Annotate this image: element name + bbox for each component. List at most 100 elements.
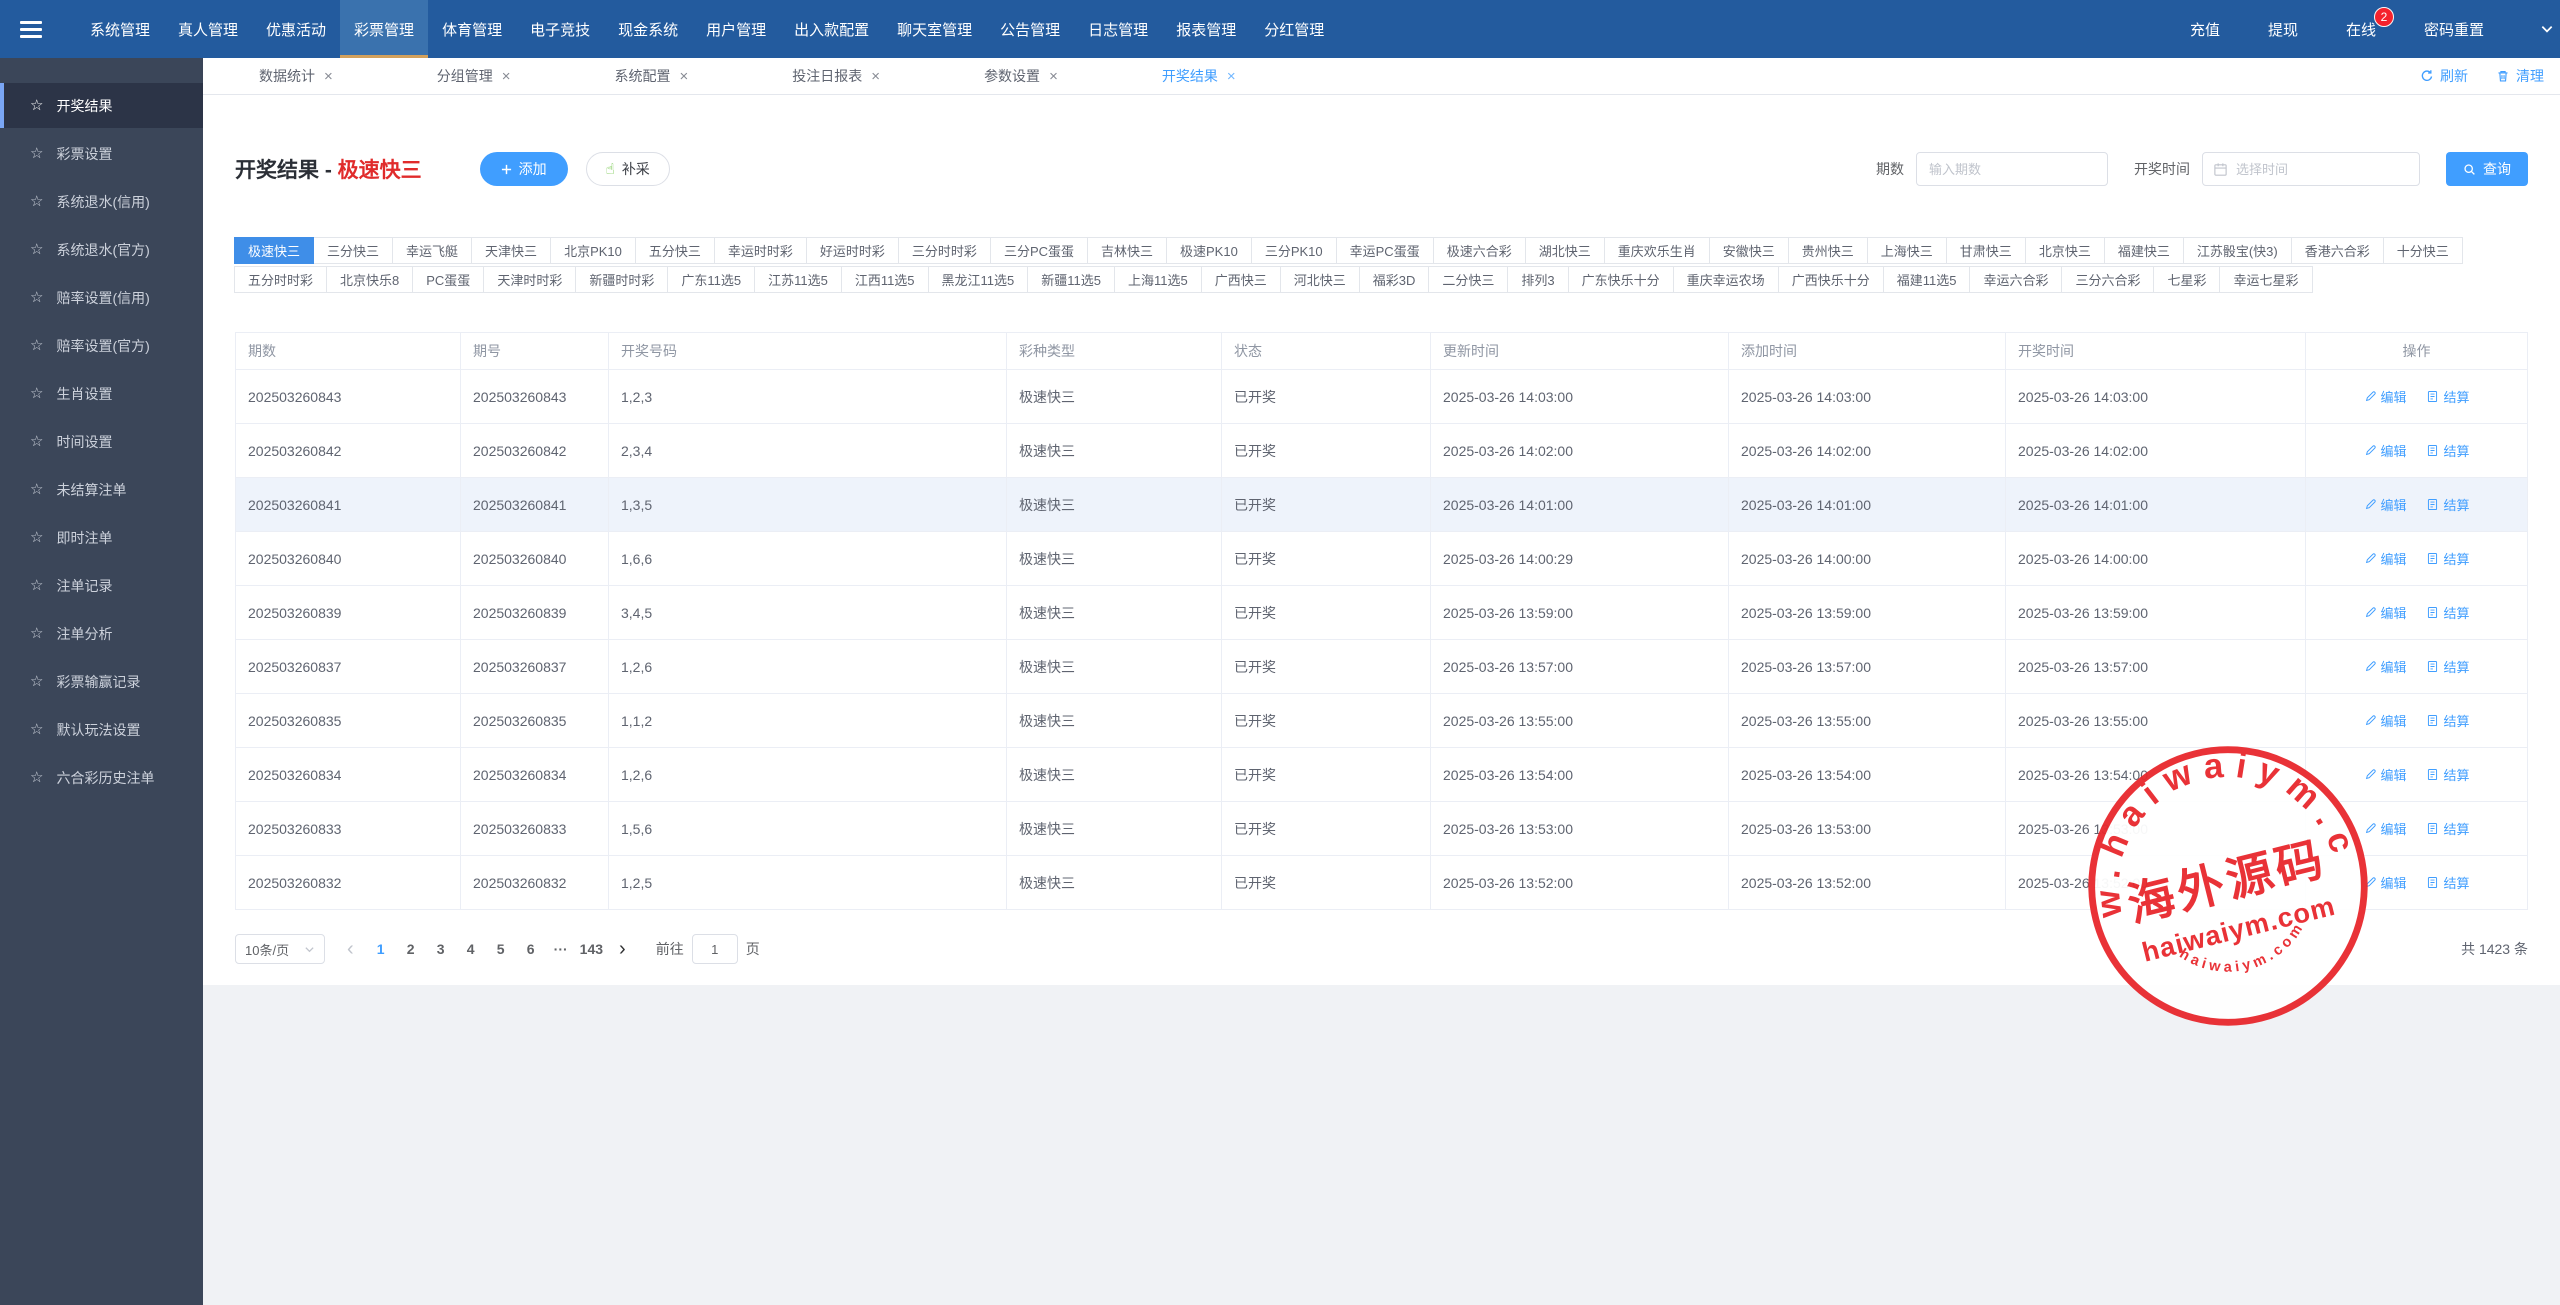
lottery-filter-tag[interactable]: 幸运PC蛋蛋 bbox=[1336, 237, 1434, 264]
lottery-filter-tag[interactable]: 广东快乐十分 bbox=[1568, 266, 1674, 293]
lottery-filter-tag[interactable]: 幸运七星彩 bbox=[2219, 266, 2312, 293]
navbar-item[interactable]: 系统管理 bbox=[76, 0, 164, 58]
edit-button[interactable]: 编辑 bbox=[2364, 711, 2407, 730]
lottery-filter-tag[interactable]: 幸运飞艇 bbox=[392, 237, 472, 264]
lottery-filter-tag[interactable]: 极速快三 bbox=[234, 237, 314, 264]
lottery-filter-tag[interactable]: 排列3 bbox=[1507, 266, 1568, 293]
goto-page-input[interactable] bbox=[692, 934, 738, 964]
lottery-filter-tag[interactable]: 香港六合彩 bbox=[2291, 237, 2384, 264]
sidebar-item[interactable]: ☆ 开奖结果 bbox=[0, 83, 203, 128]
lottery-filter-tag[interactable]: 安徽快三 bbox=[1709, 237, 1789, 264]
lottery-filter-tag[interactable]: 三分六合彩 bbox=[2061, 266, 2154, 293]
navbar-right-item[interactable]: 提现 bbox=[2244, 0, 2322, 58]
close-icon[interactable]: × bbox=[502, 68, 511, 85]
refresh-button[interactable]: 刷新 bbox=[2420, 66, 2468, 86]
sidebar-item[interactable]: ☆ 即时注单 bbox=[0, 515, 203, 560]
edit-button[interactable]: 编辑 bbox=[2364, 603, 2407, 622]
lottery-filter-tag[interactable]: 幸运时时彩 bbox=[714, 237, 807, 264]
page-number[interactable]: 1 bbox=[366, 941, 396, 957]
settle-button[interactable]: 结算 bbox=[2426, 657, 2469, 676]
page-number[interactable]: 5 bbox=[486, 941, 516, 957]
sidebar-item[interactable]: ☆ 六合彩历史注单 bbox=[0, 755, 203, 800]
page-number[interactable]: ··· bbox=[546, 941, 576, 957]
sidebar-item[interactable]: ☆ 彩票输赢记录 bbox=[0, 659, 203, 704]
navbar-item[interactable]: 公告管理 bbox=[986, 0, 1074, 58]
page-number[interactable]: 3 bbox=[426, 941, 456, 957]
lottery-filter-tag[interactable]: 黑龙江11选5 bbox=[928, 266, 1029, 293]
settle-button[interactable]: 结算 bbox=[2426, 387, 2469, 406]
lottery-filter-tag[interactable]: 广西快乐十分 bbox=[1778, 266, 1884, 293]
sidebar-item[interactable]: ☆ 注单记录 bbox=[0, 563, 203, 608]
sidebar-item[interactable]: ☆ 彩票设置 bbox=[0, 131, 203, 176]
edit-button[interactable]: 编辑 bbox=[2364, 765, 2407, 784]
close-icon[interactable]: × bbox=[324, 68, 333, 85]
sidebar-item[interactable]: ☆ 系统退水(信用) bbox=[0, 179, 203, 224]
page-number[interactable]: 4 bbox=[456, 941, 486, 957]
hamburger-menu-icon[interactable] bbox=[0, 0, 58, 58]
sidebar-item[interactable]: ☆ 时间设置 bbox=[0, 419, 203, 464]
edit-button[interactable]: 编辑 bbox=[2364, 441, 2407, 460]
lottery-filter-tag[interactable]: 江苏骰宝(快3) bbox=[2183, 237, 2292, 264]
navbar-item[interactable]: 出入款配置 bbox=[780, 0, 883, 58]
sidebar-item[interactable]: ☆ 赔率设置(信用) bbox=[0, 275, 203, 320]
navbar-item[interactable]: 报表管理 bbox=[1162, 0, 1250, 58]
sidebar-item[interactable]: ☆ 赔率设置(官方) bbox=[0, 323, 203, 368]
navbar-item[interactable]: 体育管理 bbox=[428, 0, 516, 58]
close-icon[interactable]: × bbox=[871, 68, 880, 85]
tab[interactable]: 数据统计 × bbox=[259, 66, 333, 86]
edit-button[interactable]: 编辑 bbox=[2364, 819, 2407, 838]
lottery-filter-tag[interactable]: 甘肃快三 bbox=[1946, 237, 2026, 264]
sidebar-item[interactable]: ☆ 未结算注单 bbox=[0, 467, 203, 512]
period-input[interactable] bbox=[1916, 152, 2108, 186]
close-icon[interactable]: × bbox=[1049, 68, 1058, 85]
lottery-filter-tag[interactable]: 极速六合彩 bbox=[1433, 237, 1526, 264]
settle-button[interactable]: 结算 bbox=[2426, 441, 2469, 460]
lottery-filter-tag[interactable]: 新疆时时彩 bbox=[575, 266, 668, 293]
settle-button[interactable]: 结算 bbox=[2426, 873, 2469, 892]
lottery-filter-tag[interactable]: 天津时时彩 bbox=[483, 266, 576, 293]
settle-button[interactable]: 结算 bbox=[2426, 819, 2469, 838]
navbar-item[interactable]: 彩票管理 bbox=[340, 0, 428, 58]
close-icon[interactable]: × bbox=[680, 68, 689, 85]
close-icon[interactable]: × bbox=[1227, 68, 1236, 85]
lottery-filter-tag[interactable]: 三分PC蛋蛋 bbox=[990, 237, 1088, 264]
tab[interactable]: 投注日报表 × bbox=[792, 66, 880, 86]
tab[interactable]: 开奖结果 × bbox=[1162, 66, 1236, 86]
sidebar-item[interactable]: ☆ 注单分析 bbox=[0, 611, 203, 656]
tab[interactable]: 系统配置 × bbox=[615, 66, 689, 86]
navbar-item[interactable]: 真人管理 bbox=[164, 0, 252, 58]
draw-time-input[interactable] bbox=[2236, 162, 2409, 177]
navbar-item[interactable]: 现金系统 bbox=[604, 0, 692, 58]
lottery-filter-tag[interactable]: 江西11选5 bbox=[841, 266, 929, 293]
lottery-filter-tag[interactable]: 重庆幸运农场 bbox=[1673, 266, 1779, 293]
settle-button[interactable]: 结算 bbox=[2426, 765, 2469, 784]
navbar-right-item[interactable]: 在线 2 bbox=[2322, 0, 2400, 58]
lottery-filter-tag[interactable]: PC蛋蛋 bbox=[412, 266, 484, 293]
edit-button[interactable]: 编辑 bbox=[2364, 549, 2407, 568]
lottery-filter-tag[interactable]: 三分时时彩 bbox=[898, 237, 991, 264]
lottery-filter-tag[interactable]: 五分快三 bbox=[635, 237, 715, 264]
chevron-down-icon[interactable] bbox=[2534, 0, 2560, 58]
lottery-filter-tag[interactable]: 江苏11选5 bbox=[754, 266, 842, 293]
add-button[interactable]: 添加 bbox=[480, 152, 568, 186]
navbar-item[interactable]: 分红管理 bbox=[1250, 0, 1338, 58]
tab[interactable]: 参数设置 × bbox=[984, 66, 1058, 86]
lottery-filter-tag[interactable]: 福建快三 bbox=[2104, 237, 2184, 264]
lottery-filter-tag[interactable]: 北京快三 bbox=[2025, 237, 2105, 264]
lottery-filter-tag[interactable]: 北京快乐8 bbox=[326, 266, 413, 293]
settle-button[interactable]: 结算 bbox=[2426, 603, 2469, 622]
navbar-right-item[interactable]: 密码重置 bbox=[2400, 0, 2508, 58]
recollect-button[interactable]: ☝ 补采 bbox=[586, 152, 670, 186]
lottery-filter-tag[interactable]: 好运时时彩 bbox=[806, 237, 899, 264]
sidebar-item[interactable]: ☆ 默认玩法设置 bbox=[0, 707, 203, 752]
navbar-right-item[interactable]: 充值 bbox=[2166, 0, 2244, 58]
lottery-filter-tag[interactable]: 湖北快三 bbox=[1525, 237, 1605, 264]
lottery-filter-tag[interactable]: 极速PK10 bbox=[1166, 237, 1252, 264]
lottery-filter-tag[interactable]: 福建11选5 bbox=[1883, 266, 1971, 293]
lottery-filter-tag[interactable]: 吉林快三 bbox=[1087, 237, 1167, 264]
settle-button[interactable]: 结算 bbox=[2426, 495, 2469, 514]
settle-button[interactable]: 结算 bbox=[2426, 711, 2469, 730]
lottery-filter-tag[interactable]: 上海11选5 bbox=[1114, 266, 1202, 293]
edit-button[interactable]: 编辑 bbox=[2364, 495, 2407, 514]
settle-button[interactable]: 结算 bbox=[2426, 549, 2469, 568]
